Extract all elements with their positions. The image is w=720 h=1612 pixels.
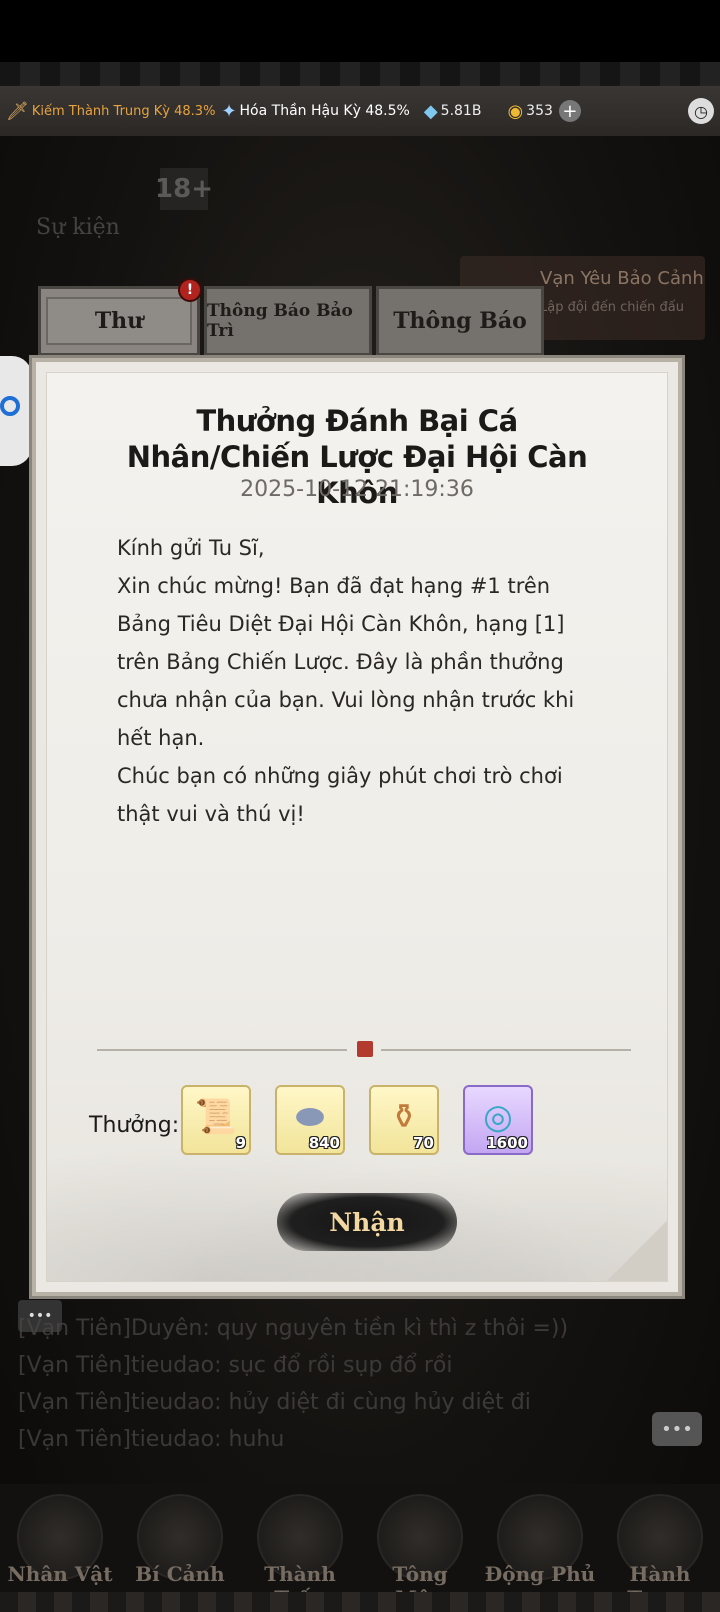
nav-sect[interactable]: Tông Môn [364,1494,476,1610]
reward-label: Thưởng: [89,1113,180,1138]
chat-line: [Vạn Tiên]tieudao: hủy diệt đi cùng hủy … [18,1390,531,1415]
age-rating: 18+ [155,168,213,210]
claim-button[interactable]: Nhận [277,1193,457,1251]
events-label: Sự kiện [36,215,120,240]
unread-badge: ! [178,278,202,302]
tab-notice[interactable]: Thông Báo [376,286,544,356]
mail-body: Kính gửi Tu Sĩ, Xin chúc mừng! Bạn đã đạ… [117,529,597,833]
mail-panel: Thưởng Đánh Bại Cá Nhân/Chiến Lược Đại H… [32,358,682,1296]
reward-item[interactable]: ◎ 1600 [463,1085,533,1155]
mail-closing: Chúc bạn có những giây phút chơi trò chơ… [117,764,563,826]
reward-item[interactable]: ⚱ 70 [369,1085,439,1155]
realm-rank-1[interactable]: 🗡 Kiếm Thành Trung Kỳ 48.3% [6,101,215,122]
coin-icon: ◉ [507,100,524,122]
clock-icon[interactable]: ◷ [688,98,714,124]
mail-paper: Thưởng Đánh Bại Cá Nhân/Chiến Lược Đại H… [46,372,668,1282]
background-top-icons: 18+ [155,168,330,210]
realm-rank-2[interactable]: ✦ Hóa Thần Hậu Kỳ 48.5% [221,101,409,122]
nav-secret-realm[interactable]: Bí Cảnh [124,1494,236,1604]
crystal-currency[interactable]: ◆ 5.81B [424,101,482,122]
jade-disc-icon: ◎ [483,1097,513,1137]
mail-greeting: Kính gửi Tu Sĩ, [117,536,265,560]
divider-left [97,1049,347,1051]
chat-line: [Vạn Tiên]tieudao: sục đổ rồi sụp đổ rồi [18,1353,453,1378]
chat-log: [Vạn Tiên]Duyên: quy nguyên tiền kì thì … [18,1310,708,1458]
tab-mail[interactable]: Thư [38,286,200,356]
bottom-ornament [0,1592,720,1612]
add-currency-button[interactable]: + [558,100,581,122]
left-side-widget [0,356,32,466]
status-bar: 🗡 Kiếm Thành Trung Kỳ 48.3% ✦ Hóa Thần H… [0,86,720,136]
age-warning-text [220,168,330,210]
top-ornament [0,62,720,86]
nav-inventory[interactable]: Hành Trang [604,1494,716,1610]
crystal-icon: ◆ [423,100,438,122]
event-banner-title: Vạn Yêu Bảo Cảnh [540,268,704,289]
red-seal-icon [357,1041,373,1057]
chat-line: [Vạn Tiên]Duyên: quy nguyên tiền kì thì … [18,1316,569,1341]
reward-item[interactable]: 📜 9 [181,1085,251,1155]
tab-maintenance-notice[interactable]: Thông Báo Bảo Trì [204,286,372,356]
nav-town[interactable]: Thành Trấn [244,1494,356,1610]
mail-paragraph: Xin chúc mừng! Bạn đã đạt hạng #1 trên B… [117,574,575,750]
fan-icon: ✦ [221,100,237,122]
mail-date: 2025-10-12 21:19:36 [240,477,474,502]
nav-cave[interactable]: Động Phủ [484,1494,596,1604]
divider-right [381,1049,631,1051]
sword-icon: 🗡 [6,100,29,122]
page-curl [607,1221,667,1281]
chat-line: [Vạn Tiên]tieudao: huhu [18,1427,285,1452]
chat-open-button[interactable]: ••• [652,1412,702,1446]
silver-ingot-icon: ⬬ [295,1097,325,1137]
event-banner-subtitle: Lập đội đến chiến đấu [540,300,684,315]
coin-currency[interactable]: ◉ 353 + [507,100,581,122]
scroll-map-icon: 📜 [194,1097,238,1137]
pill-bottle-icon: ⚱ [389,1097,419,1137]
nav-character[interactable]: Nhân Vật [4,1494,116,1604]
reward-item[interactable]: ⬬ 840 [275,1085,345,1155]
